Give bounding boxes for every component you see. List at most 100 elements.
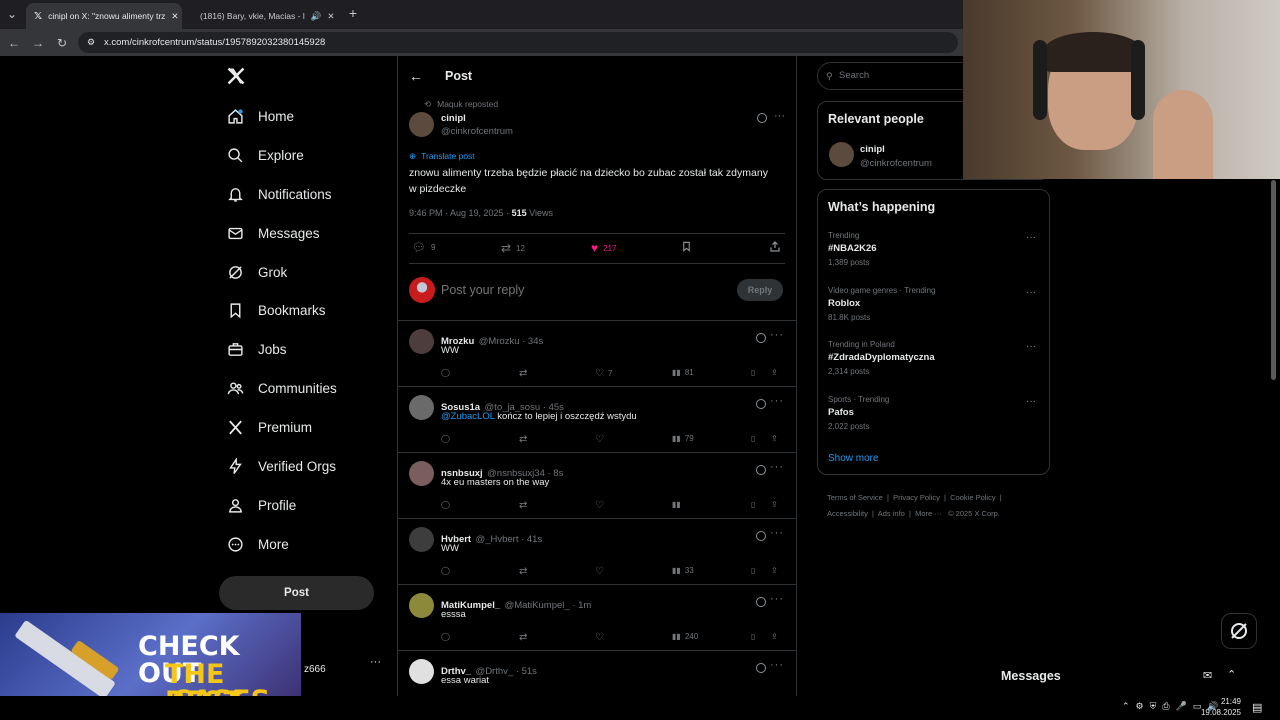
- more-icon[interactable]: ···: [770, 461, 784, 473]
- grok-icon[interactable]: [756, 399, 766, 409]
- more-icon[interactable]: ···: [774, 110, 785, 122]
- footer-link[interactable]: Cookie Policy: [950, 493, 995, 502]
- reply-action[interactable]: 💬︎ 9: [412, 241, 435, 254]
- author-name[interactable]: cinipl: [441, 113, 466, 124]
- share-icon[interactable]: ⇪: [771, 500, 778, 509]
- share-icon[interactable]: [769, 240, 781, 258]
- relevant-handle[interactable]: @cinkrofcentrum: [860, 158, 932, 169]
- trend-more-icon[interactable]: ···: [1026, 341, 1036, 352]
- reply-item[interactable]: Mrozku @Mrozku · 34s ··· WW ◯ ⇄ ♡ 7 ▮▮ 81 …: [398, 321, 796, 387]
- url-input[interactable]: ⚙ x.com/cinkrofcentrum/status/1957892032…: [78, 32, 958, 53]
- trend-item[interactable]: Sports · Trending Pafos 2,022 posts: [828, 395, 889, 431]
- avatar[interactable]: [409, 112, 434, 137]
- avatar[interactable]: [829, 142, 854, 167]
- bookmark-icon[interactable]: ▯: [751, 566, 755, 575]
- nav-more[interactable]: More: [227, 532, 289, 556]
- like-action[interactable]: ♡: [595, 434, 608, 445]
- new-tab-button[interactable]: +: [345, 5, 361, 21]
- speaker-icon[interactable]: 🔊: [311, 11, 322, 22]
- clock-time[interactable]: 21:49: [1205, 697, 1241, 706]
- show-more-link[interactable]: Show more: [828, 453, 879, 464]
- repost-action[interactable]: ⇄: [519, 434, 527, 445]
- translate-link[interactable]: ⊕ Translate post: [409, 151, 475, 162]
- nav-jobs[interactable]: Jobs: [227, 337, 287, 361]
- reply-item[interactable]: Hvbert @_Hvbert · 41s ··· WW ◯ ⇄ ♡ ▮▮ 33 …: [398, 519, 796, 585]
- trend-item[interactable]: Video game genres · Trending Roblox 81.8…: [828, 286, 935, 322]
- grok-icon[interactable]: [757, 113, 767, 123]
- views-action[interactable]: ▮▮ 33: [672, 566, 694, 575]
- notification-icon[interactable]: ▤: [1252, 701, 1262, 714]
- views-action[interactable]: ▮▮: [672, 500, 685, 509]
- reply-author-handle[interactable]: @_Hvbert · 41s: [476, 534, 543, 545]
- compose-message-icon[interactable]: ✉: [1203, 669, 1212, 682]
- repost-action[interactable]: ⇄: [519, 368, 527, 379]
- trend-more-icon[interactable]: ···: [1026, 396, 1036, 407]
- nav-communities[interactable]: Communities: [227, 376, 337, 400]
- views-action[interactable]: ▮▮ 81: [672, 368, 694, 377]
- account-menu-icon[interactable]: ···: [370, 656, 381, 668]
- repost-action[interactable]: ⇄: [519, 566, 527, 577]
- reload-icon[interactable]: ↻: [54, 35, 70, 51]
- avatar[interactable]: [409, 461, 434, 486]
- like-action[interactable]: ♡: [595, 500, 608, 511]
- repost-action[interactable]: ⇄ 12: [501, 241, 525, 255]
- nav-notifications[interactable]: Notifications: [227, 182, 332, 206]
- more-icon[interactable]: ···: [770, 527, 784, 539]
- forward-arrow-icon[interactable]: →: [30, 35, 46, 51]
- bookmark-icon[interactable]: ▯: [751, 434, 755, 443]
- bookmark-icon[interactable]: ▯: [751, 368, 755, 377]
- like-action[interactable]: ♡: [595, 632, 608, 643]
- like-action[interactable]: ♥ 217: [591, 241, 616, 255]
- trend-item[interactable]: Trending #NBA2K26 1,389 posts: [828, 231, 877, 267]
- avatar[interactable]: [409, 395, 434, 420]
- grok-icon[interactable]: [756, 663, 766, 673]
- nav-messages[interactable]: Messages: [227, 221, 320, 245]
- post-button[interactable]: Post: [219, 576, 374, 610]
- back-arrow-icon[interactable]: ←: [409, 68, 423, 84]
- views-action[interactable]: ▮▮ 79: [672, 434, 694, 443]
- reply-button[interactable]: Reply: [737, 279, 783, 301]
- tab-x-post[interactable]: 𝕏 cinipl on X: "znowu alimenty trz ✕: [26, 3, 182, 29]
- repost-action[interactable]: ⇄: [519, 500, 527, 511]
- trend-item[interactable]: Trending in Poland #ZdradaDyplomatyczna …: [828, 340, 935, 376]
- footer-link[interactable]: Terms of Service: [827, 493, 883, 502]
- bookmark-icon[interactable]: ▯: [751, 632, 755, 641]
- footer-link[interactable]: Privacy Policy: [893, 493, 940, 502]
- tab-youtube[interactable]: (1816) Bary, vkie, Macias - l 🔊 ✕: [186, 3, 342, 29]
- close-icon[interactable]: ✕: [171, 11, 178, 22]
- like-action[interactable]: ♡ 7: [595, 368, 612, 379]
- avatar[interactable]: [409, 593, 434, 618]
- expand-chevron-icon[interactable]: ⌃: [1227, 668, 1236, 681]
- grok-floating-button[interactable]: [1221, 613, 1257, 649]
- back-arrow-icon[interactable]: ←: [6, 35, 22, 51]
- more-icon[interactable]: ···: [770, 659, 784, 671]
- bookmark-icon[interactable]: ▯: [751, 500, 755, 509]
- reply-action[interactable]: ◯: [441, 500, 450, 509]
- nav-grok[interactable]: Grok: [227, 260, 287, 284]
- avatar[interactable]: [409, 329, 434, 354]
- messages-drawer[interactable]: Messages ✉ ⌃: [963, 660, 1250, 696]
- avatar[interactable]: [409, 659, 434, 684]
- repost-action[interactable]: ⇄: [519, 632, 527, 643]
- grok-icon[interactable]: [756, 465, 766, 475]
- reply-author-handle[interactable]: @Mrozku · 34s: [479, 336, 544, 347]
- share-icon[interactable]: ⇪: [771, 632, 778, 641]
- nav-explore[interactable]: Explore: [227, 143, 304, 167]
- bookmark-icon[interactable]: [681, 240, 692, 258]
- more-icon[interactable]: ···: [770, 395, 784, 407]
- reply-input[interactable]: [441, 281, 691, 299]
- reply-action[interactable]: ◯: [441, 632, 450, 641]
- nav-premium[interactable]: Premium: [227, 415, 312, 439]
- relevant-name[interactable]: cinipl: [860, 144, 885, 155]
- grok-icon[interactable]: [756, 597, 766, 607]
- scrollbar[interactable]: [1271, 180, 1276, 380]
- author-handle[interactable]: @cinkrofcentrum: [441, 126, 513, 137]
- x-logo-icon[interactable]: [226, 66, 246, 86]
- nav-verified-orgs[interactable]: Verified Orgs: [227, 454, 336, 478]
- site-info-icon[interactable]: ⚙: [87, 32, 95, 53]
- reply-action[interactable]: ◯: [441, 368, 450, 377]
- like-action[interactable]: ♡: [595, 566, 608, 577]
- footer-link[interactable]: More ···: [915, 509, 942, 518]
- views-action[interactable]: ▮▮ 240: [672, 632, 698, 641]
- tab-search-chevron-icon[interactable]: ⌄: [4, 6, 20, 22]
